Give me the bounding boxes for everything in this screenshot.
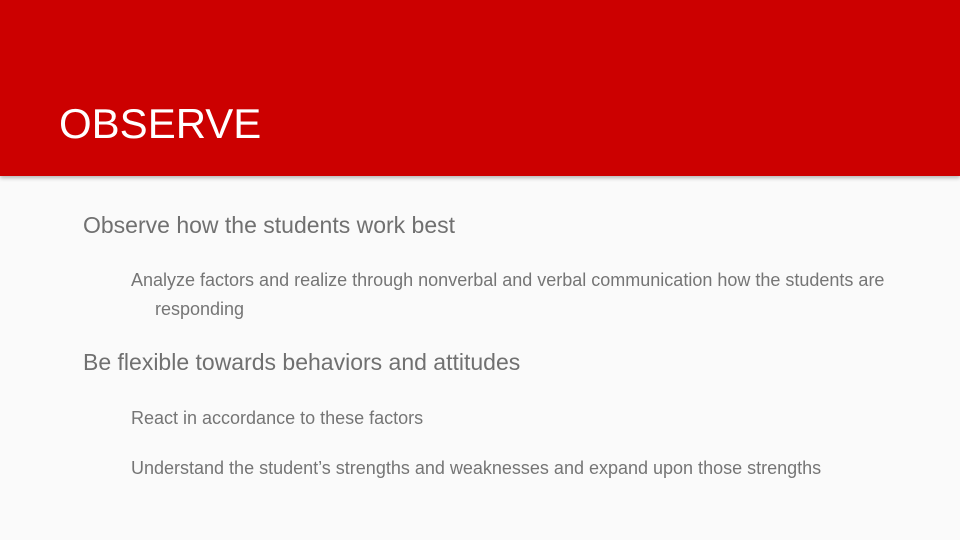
sub-bullet-analyze-factors: Analyze factors and realize through nonv… bbox=[131, 270, 885, 319]
slide: OBSERVE Observe how the students work be… bbox=[0, 0, 960, 540]
slide-body: Observe how the students work best Analy… bbox=[0, 0, 960, 540]
bullet-be-flexible: Be flexible towards behaviors and attitu… bbox=[83, 349, 521, 375]
sub-bullet-understand-strengths: Understand the student’s strengths and w… bbox=[131, 458, 822, 478]
sub-bullet-react-accordance: React in accordance to these factors bbox=[131, 408, 424, 428]
bullet-observe-students: Observe how the students work best bbox=[83, 212, 456, 238]
